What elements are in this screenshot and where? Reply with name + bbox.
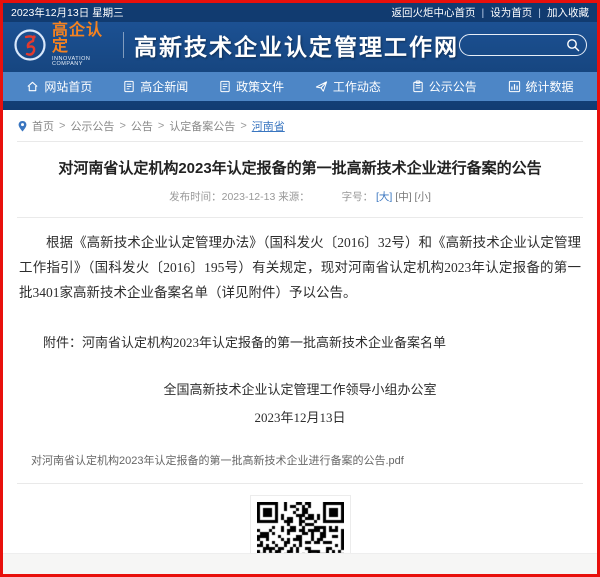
signature-date: 2023年12月13日 <box>17 407 583 426</box>
nav-item-announcements[interactable]: 公示公告 <box>412 78 477 95</box>
publish-time-label: 发布时间： <box>169 191 222 203</box>
fontsize-medium-button[interactable]: [中] <box>395 191 411 203</box>
main-nav: 网站首页 高企新闻 政策文件 工作动态 公示公告 <box>3 72 597 101</box>
nav-label: 工作动态 <box>333 78 381 95</box>
clipboard-icon <box>412 80 424 93</box>
breadcrumb-separator: > <box>240 120 246 132</box>
logo-texts: 高企认定 INNOVATION COMPANY <box>52 23 113 68</box>
link-torch-center-home[interactable]: 返回火炬中心首页 <box>392 7 476 19</box>
paper-plane-icon <box>315 80 328 93</box>
header-divider <box>123 32 124 58</box>
policy-document-icon <box>219 80 231 93</box>
source-label: 来源： <box>278 191 310 203</box>
nav-label: 政策文件 <box>236 78 284 95</box>
qr-section: 扫一扫在手机打开当前页 <box>17 495 583 553</box>
nav-outer: 网站首页 高企新闻 政策文件 工作动态 公示公告 <box>3 68 597 110</box>
site-header: 高企认定 INNOVATION COMPANY 高新技术企业认定管理工作网 <box>3 22 597 68</box>
nav-label: 高企新闻 <box>140 78 188 95</box>
bar-chart-icon <box>508 80 521 93</box>
link-add-favorite[interactable]: 加入收藏 <box>547 7 589 19</box>
location-pin-icon <box>17 120 28 133</box>
home-icon <box>26 80 39 93</box>
breadcrumb-separator: > <box>119 120 125 132</box>
breadcrumb-current-henan[interactable]: 河南省 <box>252 118 285 134</box>
logo-emblem-icon <box>13 28 47 62</box>
fontsize-small-button[interactable]: [小] <box>415 191 431 203</box>
search-icon <box>566 38 580 52</box>
fontsize-large-button[interactable]: [大] <box>376 191 392 203</box>
nav-item-statistics[interactable]: 统计数据 <box>508 78 574 95</box>
news-document-icon <box>123 80 135 93</box>
topbar-separator: | <box>538 7 541 19</box>
link-set-homepage[interactable]: 设为首页 <box>490 7 532 19</box>
search-box <box>459 34 587 56</box>
signature-organization: 全国高新技术企业认定管理工作领导小组办公室 <box>17 379 583 398</box>
header-zone: 高企认定 INNOVATION COMPANY 高新技术企业认定管理工作网 <box>3 22 597 110</box>
breadcrumb-separator: > <box>59 120 65 132</box>
qr-code-frame <box>250 495 351 553</box>
publish-date: 2023-12-13 <box>222 191 276 203</box>
breadcrumb-home[interactable]: 首页 <box>32 118 54 134</box>
top-bar: 2023年12月13日 星期三 返回火炬中心首页 | 设为首页 | 加入收藏 <box>3 3 597 22</box>
site-logo[interactable]: 高企认定 INNOVATION COMPANY <box>13 23 113 68</box>
topbar-links: 返回火炬中心首页 | 设为首页 | 加入收藏 <box>392 5 589 20</box>
nav-item-home[interactable]: 网站首页 <box>26 78 92 95</box>
search-button[interactable] <box>566 38 580 52</box>
qr-code <box>257 502 344 553</box>
content-area: 首页 > 公示公告 > 公告 > 认定备案公告 > 河南省 对河南省认定机构20… <box>3 110 597 553</box>
nav-item-news[interactable]: 高企新闻 <box>123 78 188 95</box>
nav-item-policy[interactable]: 政策文件 <box>219 78 284 95</box>
topbar-separator: | <box>482 7 485 19</box>
article-title: 对河南省认定机构2023年认定报备的第一批高新技术企业进行备案的公告 <box>17 157 583 178</box>
nav-label: 公示公告 <box>429 78 477 95</box>
attachment-pdf-link[interactable]: 对河南省认定机构2023年认定报备的第一批高新技术企业进行备案的公告.pdf <box>17 452 583 468</box>
nav-label: 统计数据 <box>526 78 574 95</box>
breadcrumb-separator: > <box>158 120 164 132</box>
nav-label: 网站首页 <box>44 78 92 95</box>
breadcrumb-notice[interactable]: 公告 <box>131 118 153 134</box>
breadcrumb-filing-notice[interactable]: 认定备案公告 <box>169 118 235 134</box>
article-body: 根据《高新技术企业认定管理办法》（国科发火〔2016〕32号）和《高新技术企业认… <box>17 230 583 305</box>
attachment-line: 附件：河南省认定机构2023年认定报备的第一批高新技术企业备案名单 <box>17 332 583 351</box>
site-title: 高新技术企业认定管理工作网 <box>134 28 459 62</box>
logo-text-cn: 高企认定 <box>52 23 113 55</box>
footer-bar <box>3 553 597 574</box>
qr-divider <box>17 483 583 484</box>
current-date: 2023年12月13日 星期三 <box>11 5 124 20</box>
search-input[interactable] <box>470 39 566 51</box>
breadcrumb-announcements[interactable]: 公示公告 <box>70 118 114 134</box>
logo-text-en: INNOVATION COMPANY <box>52 57 113 68</box>
fontsize-label: 字号： <box>342 191 374 203</box>
article-meta: 发布时间：2023-12-13 来源： 字号： [大] [中] [小] <box>17 189 583 218</box>
nav-item-activities[interactable]: 工作动态 <box>315 78 381 95</box>
breadcrumb: 首页 > 公示公告 > 公告 > 认定备案公告 > 河南省 <box>17 110 583 142</box>
page: 2023年12月13日 星期三 返回火炬中心首页 | 设为首页 | 加入收藏 高企认定 … <box>0 0 600 577</box>
